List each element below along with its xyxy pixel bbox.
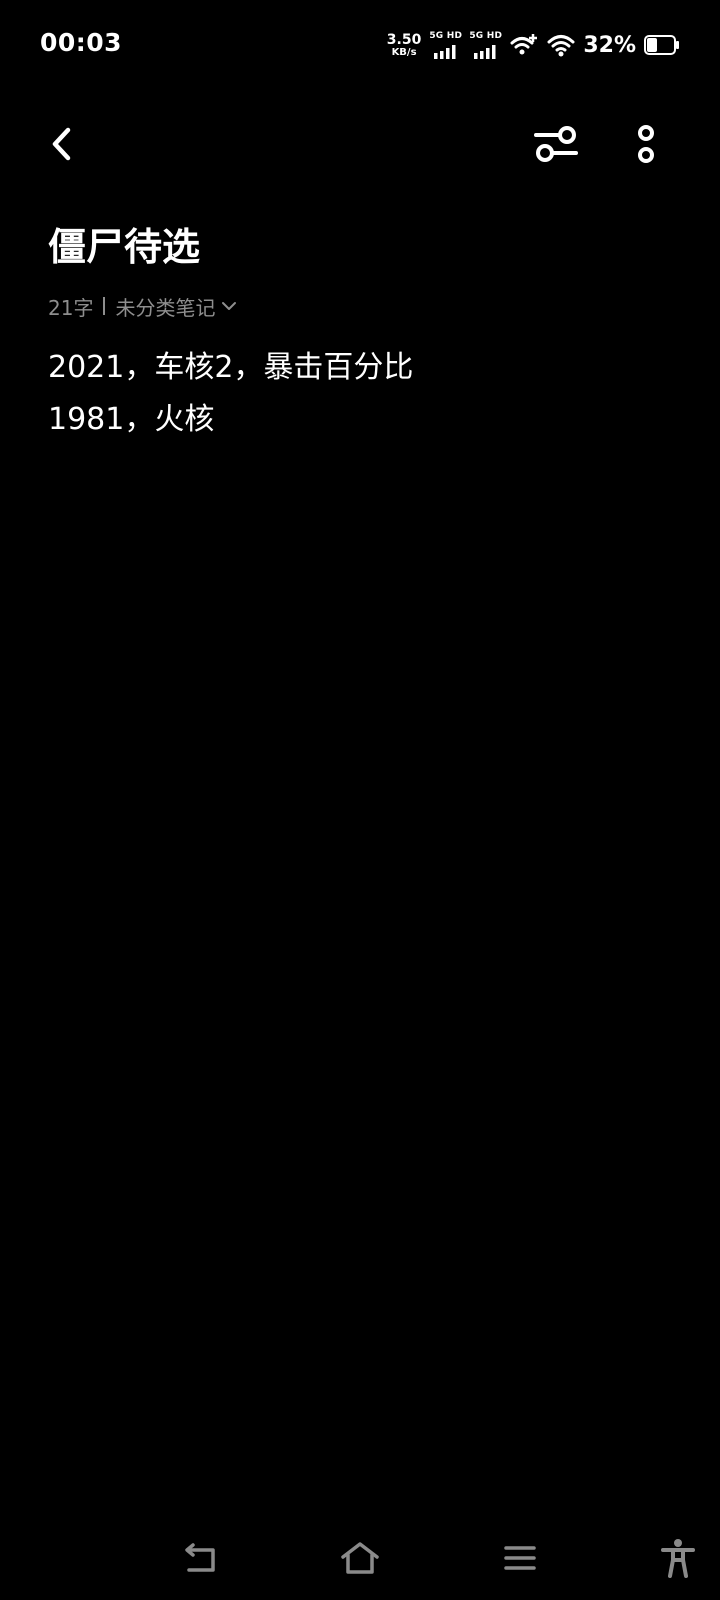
note-line: 1981，火核 — [48, 402, 215, 437]
network-speed-unit: KB/s — [391, 46, 417, 58]
nav-menu-button[interactable] — [490, 1536, 550, 1580]
back-button[interactable] — [36, 118, 88, 170]
sim2-label: 5G HD — [469, 31, 503, 41]
status-bar: 00:03 3.50 KB/s 5G HD 5G HD 32% — [0, 0, 720, 90]
note-line: 2021，车核2，暴击百分比 — [48, 350, 414, 385]
filter-button[interactable] — [528, 118, 584, 170]
network-speed-value: 3.50 — [386, 31, 422, 48]
battery-icon — [644, 35, 679, 55]
nav-back-icon — [185, 1543, 215, 1572]
more-options-button[interactable] — [620, 118, 672, 170]
sim1-label: 5G HD — [429, 31, 463, 41]
note-meta: 21字 未分类笔记 — [48, 292, 237, 320]
sliders-icon — [534, 126, 578, 162]
wifi-hotspot-icon — [510, 34, 538, 55]
more-vertical-icon — [638, 125, 654, 163]
signal-bars-icon — [434, 45, 456, 59]
word-count: 21字 — [48, 295, 94, 320]
chevron-left-icon — [52, 127, 71, 161]
network-speed: 3.50 KB/s — [387, 33, 422, 58]
category-dropdown[interactable]: 未分类笔记 — [115, 292, 237, 321]
battery-percent: 32% — [583, 32, 636, 58]
accessibility-button[interactable] — [648, 1536, 708, 1580]
note-title[interactable]: 僵尸待选 — [48, 216, 200, 271]
sim1-signal: 5G HD — [429, 31, 463, 59]
nav-back-button[interactable] — [170, 1536, 230, 1580]
menu-icon — [504, 1546, 536, 1570]
category-label: 未分类笔记 — [115, 295, 216, 320]
status-icons: 3.50 KB/s 5G HD 5G HD 32% — [387, 30, 680, 60]
status-time: 00:03 — [40, 28, 123, 57]
wifi-icon — [547, 35, 575, 57]
sim2-signal: 5G HD — [469, 31, 503, 59]
signal-bars-icon — [474, 45, 496, 59]
nav-home-button[interactable] — [330, 1536, 390, 1580]
note-body[interactable]: 2021，车核2，暴击百分比 1981，火核 — [48, 342, 668, 446]
chevron-down-icon — [222, 302, 237, 310]
home-icon — [341, 1542, 379, 1574]
meta-divider — [103, 297, 106, 315]
accessibility-icon — [661, 1539, 695, 1578]
